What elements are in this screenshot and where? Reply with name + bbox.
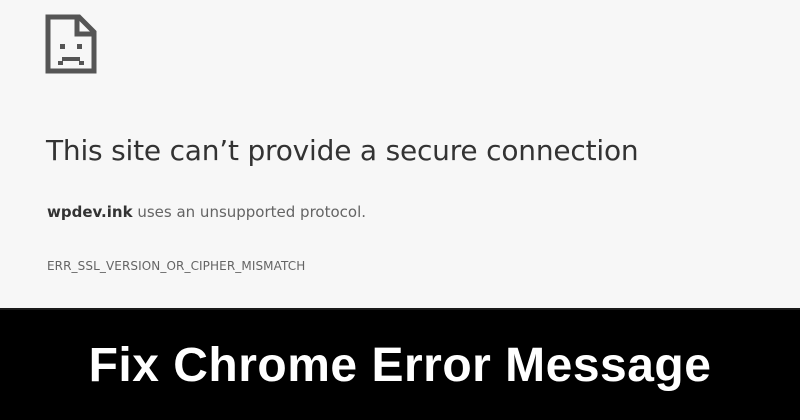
sad-page-icon — [45, 14, 97, 74]
error-message: wpdev.ink uses an unsupported protocol. — [47, 203, 366, 221]
banner-title: Fix Chrome Error Message — [88, 339, 712, 392]
error-message-suffix: uses an unsupported protocol. — [132, 203, 367, 221]
error-host: wpdev.ink — [47, 203, 133, 221]
error-code[interactable]: ERR_SSL_VERSION_OR_CIPHER_MISMATCH — [47, 259, 305, 273]
error-page: This site can’t provide a secure connect… — [0, 0, 800, 308]
error-title: This site can’t provide a secure connect… — [46, 134, 639, 167]
caption-banner: Fix Chrome Error Message — [0, 308, 800, 420]
